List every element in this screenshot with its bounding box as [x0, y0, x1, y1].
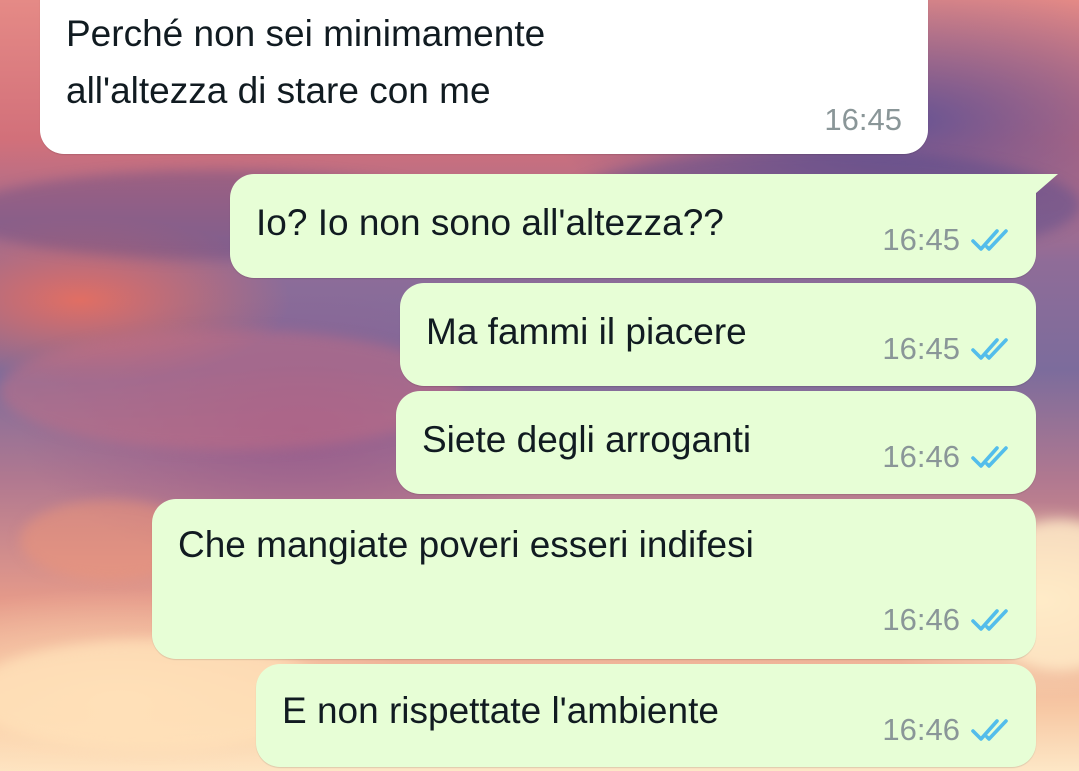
double-check-icon: [971, 338, 1008, 360]
double-check-icon: [971, 609, 1008, 631]
message-timestamp: 16:45: [824, 102, 902, 137]
message-text: Ma fammi il piacere: [426, 311, 747, 352]
outgoing-message-bubble[interactable]: Siete degli arroganti 16:46: [396, 391, 1036, 494]
message-meta: 16:46: [882, 437, 1014, 477]
message-text-line: Perché non sei minimamente: [66, 13, 546, 54]
message-meta: 16:45: [882, 220, 1014, 260]
message-meta: 16:46: [882, 710, 1014, 750]
message-timestamp: 16:45: [882, 331, 960, 366]
message-timestamp: 16:46: [882, 712, 960, 747]
message-text: Io? Io non sono all'altezza??: [256, 202, 724, 243]
outgoing-message-bubble[interactable]: E non rispettate l'ambiente 16:46: [256, 664, 1036, 767]
double-check-icon: [971, 229, 1008, 251]
message-meta: 16:45: [882, 329, 1014, 369]
message-list[interactable]: Perché non sei minimamente all'altezza d…: [0, 0, 1079, 771]
message-text: Siete degli arroganti: [422, 419, 752, 460]
message-timestamp: 16:46: [882, 602, 960, 637]
message-text: Che mangiate poveri esseri indifesi: [178, 524, 754, 565]
message-meta: 16:45: [824, 100, 902, 140]
message-meta: 16:46: [882, 600, 1014, 640]
message-text: E non rispettate l'ambiente: [282, 690, 719, 731]
message-timestamp: 16:45: [882, 222, 960, 257]
message-text-line: all'altezza di stare con me: [66, 70, 491, 111]
outgoing-message-bubble[interactable]: Che mangiate poveri esseri indifesi 16:4…: [152, 499, 1036, 659]
outgoing-message-bubble[interactable]: Io? Io non sono all'altezza?? 16:45: [230, 174, 1058, 278]
message-timestamp: 16:46: [882, 439, 960, 474]
bubble-tail: [1028, 174, 1058, 200]
double-check-icon: [971, 719, 1008, 741]
incoming-message-bubble[interactable]: Perché non sei minimamente all'altezza d…: [40, 0, 928, 154]
double-check-icon: [971, 446, 1008, 468]
outgoing-message-bubble[interactable]: Ma fammi il piacere 16:45: [400, 283, 1036, 386]
